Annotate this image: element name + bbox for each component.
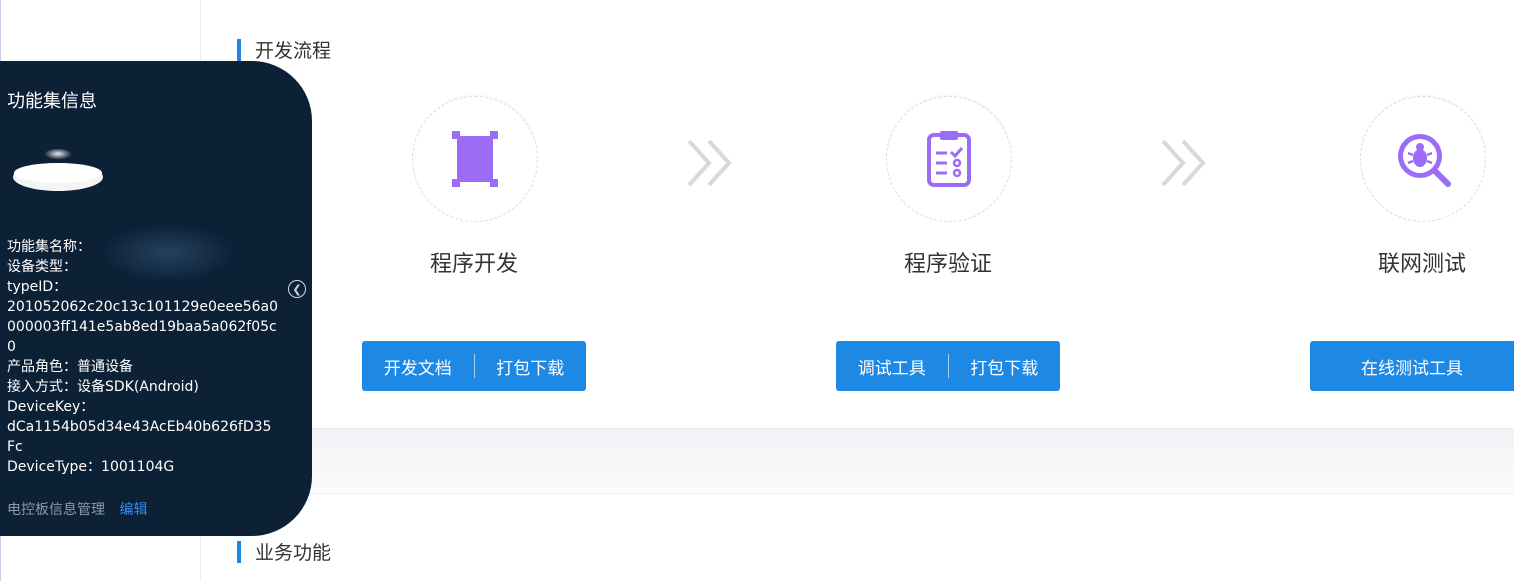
typeid-label-row: typeID： — [7, 277, 279, 297]
info-label: DeviceType： — [7, 459, 102, 475]
info-value: 1001104G — [101, 459, 175, 475]
devicekey-value: dCa1154b05d34e43AcEb40b626fD35Fc — [7, 419, 272, 455]
step-label: 程序开发 — [429, 252, 518, 277]
section-gap — [201, 428, 1514, 494]
step-icon-circle — [412, 96, 538, 222]
section-title-business: 业务功能 — [237, 538, 331, 565]
step-label: 联网测试 — [1377, 252, 1466, 277]
section-title-text: 业务功能 — [255, 542, 332, 564]
step-button-group: 调试工具 打包下载 — [836, 341, 1060, 391]
step-label: 程序验证 — [903, 252, 992, 277]
step-button-group: 在线测试工具 — [1310, 341, 1514, 391]
info-label: typeID： — [7, 279, 68, 295]
panel-info: 功能集名称： 设备类型： typeID： 201052062c20c13c101… — [7, 237, 279, 477]
double-chevron-right-icon — [1161, 139, 1206, 187]
section-accent-bar — [237, 38, 241, 61]
panel-title: 功能集信息 — [7, 91, 97, 112]
package-download-button[interactable]: 打包下载 — [475, 341, 587, 391]
section-accent-bar — [237, 540, 241, 563]
step-icon-circle — [886, 96, 1012, 222]
step-network-test: 联网测试 在线测试工具 — [1299, 96, 1514, 396]
info-label: 接入方式： — [7, 379, 77, 395]
info-label: 产品角色： — [7, 359, 77, 375]
package-download-button[interactable]: 打包下载 — [949, 341, 1061, 391]
info-value: 设备SDK(Android) — [77, 379, 199, 395]
bug-search-icon — [1398, 134, 1451, 187]
step-program-verification: 程序验证 调试工具 打包下载 — [825, 96, 1075, 396]
info-value: 普通设备 — [77, 359, 133, 375]
section-title-text: 开发流程 — [255, 40, 332, 62]
info-label: 设备类型： — [7, 259, 77, 275]
info-label: 功能集名称： — [7, 239, 91, 255]
step-program-development: 程序开发 开发文档 打包下载 — [351, 96, 601, 396]
devicetype-row: DeviceType：1001104G — [7, 457, 279, 477]
product-role-row: 产品角色：普通设备 — [7, 357, 279, 377]
panel-footer: 电控板信息管理 编辑 — [7, 499, 147, 519]
devicekey-label-row: DeviceKey： — [7, 397, 279, 417]
clipboard-check-icon — [927, 131, 971, 187]
device-image — [13, 149, 103, 191]
main-content: 开发流程 程序开发 开发文档 打包下载 程序验证 调试工具 打包下载 联网测试 … — [201, 0, 1514, 581]
section-title-dev-flow: 开发流程 — [237, 36, 331, 63]
edit-link[interactable]: 编辑 — [119, 502, 147, 518]
dev-docs-button[interactable]: 开发文档 — [362, 341, 474, 391]
board-info-management-label: 电控板信息管理 — [7, 502, 105, 518]
debug-tool-button[interactable]: 调试工具 — [836, 341, 948, 391]
step-button-group: 开发文档 打包下载 — [362, 341, 586, 391]
step-icon-circle — [1360, 96, 1486, 222]
collapse-panel-icon[interactable]: ❮ — [288, 280, 306, 298]
crop-frame-icon — [452, 131, 498, 187]
online-test-tool-button[interactable]: 在线测试工具 — [1310, 341, 1514, 391]
function-set-name-row: 功能集名称： — [7, 237, 279, 257]
device-type-row: 设备类型： — [7, 257, 279, 277]
typeid-value: 201052062c20c13c101129e0eee56a0000003ff1… — [7, 299, 278, 355]
feature-set-info-panel: 功能集信息 功能集名称： 设备类型： typeID： 201052062c20c… — [0, 61, 312, 536]
double-chevron-right-icon — [687, 139, 732, 187]
access-method-row: 接入方式：设备SDK(Android) — [7, 377, 279, 397]
info-label: DeviceKey： — [7, 399, 95, 415]
